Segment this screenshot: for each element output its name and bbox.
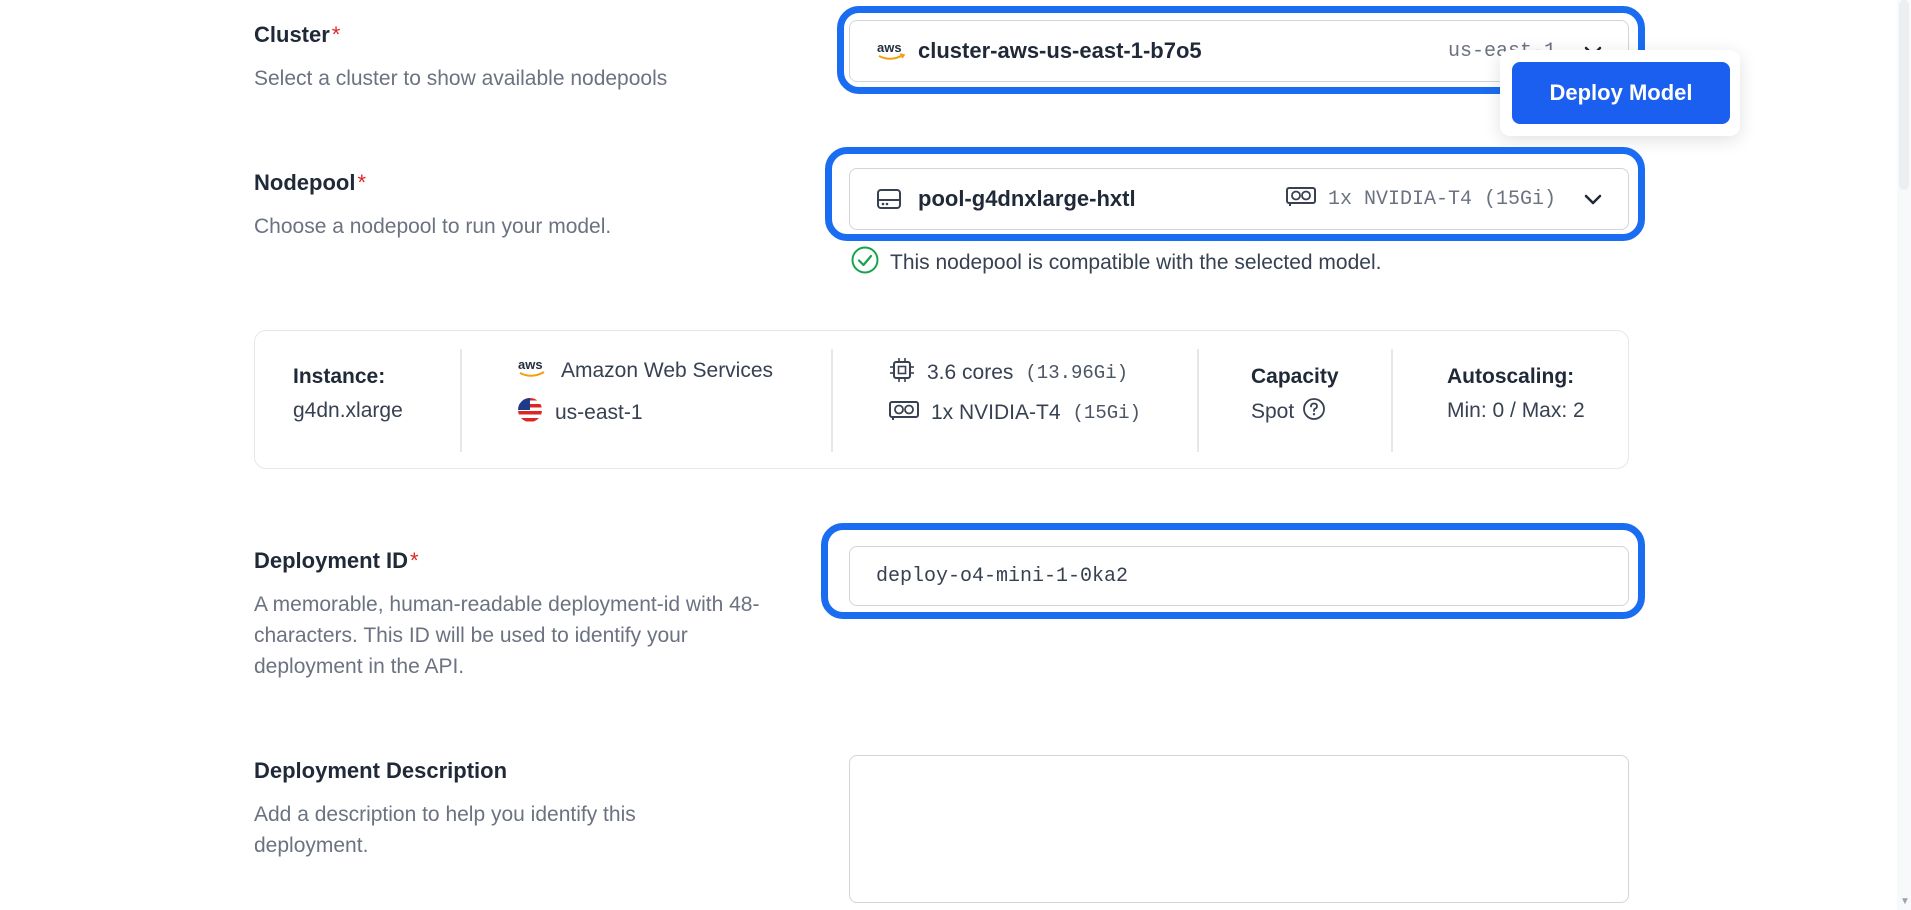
nodepool-gpu-meta: 1x NVIDIA-T4 (15Gi)	[1285, 185, 1556, 213]
us-flag-icon	[517, 397, 543, 429]
deploy-popover: Deploy Model	[1500, 50, 1740, 136]
svg-text:aws: aws	[518, 357, 543, 372]
cpu-value: 3.6 cores	[927, 361, 1014, 384]
aws-logo-icon: aws	[517, 357, 549, 385]
capacity-value: Spot	[1251, 400, 1295, 423]
compatibility-message: This nodepool is compatible with the sel…	[850, 245, 1381, 281]
hard-drive-icon	[876, 187, 908, 211]
nodepool-value: pool-g4dnxlarge-hxtl	[918, 186, 1136, 211]
compatibility-text: This nodepool is compatible with the sel…	[890, 251, 1382, 274]
instance-info-card: Instance: g4dn.xlarge aws Amazon Web Ser…	[254, 330, 1629, 469]
cluster-value: cluster-aws-us-east-1-b7o5	[918, 38, 1202, 63]
deployment-id-label-text: Deployment ID	[254, 548, 409, 573]
divider	[460, 349, 462, 452]
gpu-icon	[1285, 185, 1316, 213]
region-row: us-east-1	[517, 397, 857, 429]
nodepool-label-text: Nodepool	[254, 170, 356, 195]
cpu-icon	[889, 357, 915, 389]
nodepool-gpu: 1x NVIDIA-T4 (15Gi)	[1327, 187, 1556, 211]
divider	[1197, 349, 1199, 452]
instance-column: Instance: g4dn.xlarge	[293, 349, 453, 452]
autoscaling-column: Autoscaling: Min: 0 / Max: 2	[1447, 349, 1617, 452]
cluster-label-text: Cluster	[254, 22, 330, 47]
provider-column: aws Amazon Web Services us-east-1	[517, 349, 857, 452]
provider-row: aws Amazon Web Services	[517, 357, 857, 385]
scrollbar-thumb[interactable]	[1899, 0, 1909, 190]
gpu-row: 1x NVIDIA-T4 (15Gi)	[889, 399, 1189, 427]
gpu-icon	[889, 399, 919, 427]
deployment-description-label: Deployment Description	[254, 758, 508, 783]
nodepool-label: Nodepool*	[254, 170, 366, 196]
capacity-column: Capacity Spot	[1251, 349, 1401, 452]
scroll-down-arrow-icon[interactable]: ▼	[1900, 897, 1910, 907]
deployment-description-help: Add a description to help you identify t…	[254, 803, 636, 857]
required-asterisk: *	[410, 548, 419, 573]
deployment-id-description: A memorable, human-readable deployment-i…	[254, 593, 760, 678]
required-asterisk: *	[331, 22, 341, 47]
gpu-value: 1x NVIDIA-T4	[931, 401, 1061, 424]
region-value: us-east-1	[555, 401, 643, 424]
nodepool-description: Choose a nodepool to run your model.	[254, 215, 612, 238]
instance-value: g4dn.xlarge	[293, 399, 403, 422]
chevron-down-icon[interactable]	[1582, 188, 1604, 210]
autoscaling-value: Min: 0 / Max: 2	[1447, 399, 1585, 422]
deploy-model-button[interactable]: Deploy Model	[1512, 62, 1730, 124]
scrollbar[interactable]: ▼	[1897, 0, 1911, 910]
capacity-label: Capacity	[1251, 365, 1339, 388]
required-asterisk: *	[357, 170, 366, 195]
cluster-description: Select a cluster to show available nodep…	[254, 67, 668, 90]
deployment-id-input[interactable]: deploy-o4-mini-1-0ka2	[849, 546, 1629, 606]
deployment-description-textarea[interactable]	[849, 755, 1629, 903]
gpu-memory: (15Gi)	[1072, 402, 1141, 424]
svg-text:aws: aws	[877, 40, 902, 55]
provider-name: Amazon Web Services	[561, 359, 774, 382]
capacity-row: Spot	[1251, 397, 1401, 427]
check-circle-icon	[850, 245, 880, 281]
cluster-label: Cluster*	[254, 22, 340, 48]
aws-logo-icon: aws	[876, 39, 908, 63]
divider	[1391, 349, 1393, 452]
autoscaling-label: Autoscaling:	[1447, 365, 1575, 388]
cpu-memory: (13.96Gi)	[1025, 362, 1129, 384]
deployment-id-label: Deployment ID*	[254, 548, 419, 574]
help-icon[interactable]	[1302, 397, 1326, 427]
instance-label: Instance:	[293, 365, 386, 388]
nodepool-select[interactable]: pool-g4dnxlarge-hxtl 1x NVIDIA-T4 (15Gi)	[849, 168, 1629, 230]
resources-column: 3.6 cores (13.96Gi) 1x NVIDIA-T4 (15Gi)	[889, 349, 1189, 452]
cpu-row: 3.6 cores (13.96Gi)	[889, 357, 1189, 389]
divider	[831, 349, 833, 452]
